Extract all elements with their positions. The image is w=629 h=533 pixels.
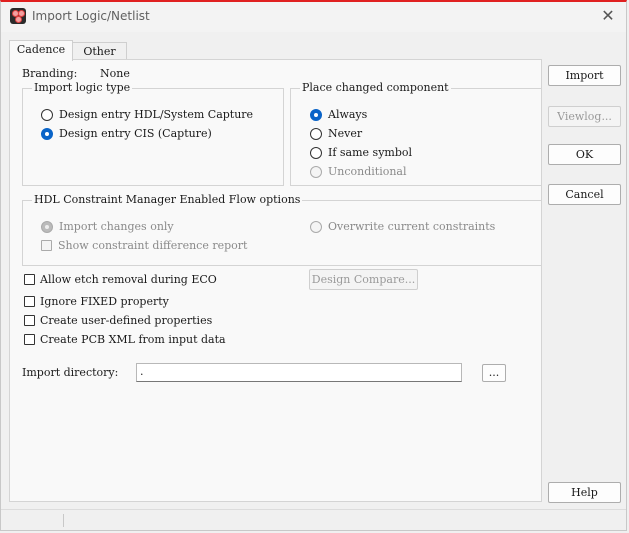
browse-directory-button[interactable]: ... bbox=[482, 364, 506, 382]
always-label[interactable]: Always bbox=[328, 108, 367, 121]
import-directory-input[interactable]: . bbox=[136, 363, 462, 382]
place-changed-group: Place changed component Always Never If … bbox=[290, 81, 542, 186]
radio-never[interactable] bbox=[310, 128, 322, 140]
never-label[interactable]: Never bbox=[328, 127, 362, 140]
radio-if-same-symbol[interactable] bbox=[310, 147, 322, 159]
import-logic-dialog: Import Logic/Netlist ✕ Cadence Other Bra… bbox=[0, 0, 627, 531]
radio-hdl-system-capture[interactable] bbox=[41, 109, 53, 121]
checkbox-ignore-fixed[interactable] bbox=[24, 296, 35, 307]
radio-unconditional bbox=[310, 166, 322, 178]
tab-cadence[interactable]: Cadence bbox=[9, 40, 73, 61]
overwrite-constraints-label: Overwrite current constraints bbox=[328, 220, 496, 233]
import-directory-label: Import directory: bbox=[22, 366, 119, 379]
app-icon bbox=[10, 8, 26, 24]
help-button[interactable]: Help bbox=[548, 482, 621, 503]
show-difference-label: Show constraint difference report bbox=[58, 239, 248, 252]
branding-label: Branding: bbox=[22, 67, 78, 80]
viewlog-button: Viewlog... bbox=[548, 106, 621, 127]
design-compare-button: Design Compare... bbox=[309, 269, 418, 290]
radio-import-changes-only bbox=[41, 221, 53, 233]
import-changes-only-label: Import changes only bbox=[59, 220, 174, 233]
import-button[interactable]: Import bbox=[548, 65, 621, 86]
radio-always[interactable] bbox=[310, 109, 322, 121]
hdl-constraint-title: HDL Constraint Manager Enabled Flow opti… bbox=[32, 193, 303, 206]
branding-value: None bbox=[100, 67, 130, 80]
close-icon[interactable]: ✕ bbox=[598, 6, 618, 26]
radio-cis-capture[interactable] bbox=[41, 128, 53, 140]
cancel-button[interactable]: Cancel bbox=[548, 184, 621, 205]
radio-overwrite-constraints bbox=[310, 221, 322, 233]
hdl-system-capture-label[interactable]: Design entry HDL/System Capture bbox=[59, 108, 253, 121]
create-user-defined-label[interactable]: Create user-defined properties bbox=[40, 314, 212, 327]
hdl-constraint-group: HDL Constraint Manager Enabled Flow opti… bbox=[22, 193, 542, 266]
checkbox-create-pcb-xml[interactable] bbox=[24, 334, 35, 345]
checkbox-show-difference bbox=[41, 240, 52, 251]
create-pcb-xml-label[interactable]: Create PCB XML from input data bbox=[40, 333, 226, 346]
import-logic-type-group: Import logic type Design entry HDL/Syste… bbox=[22, 81, 284, 186]
window-title: Import Logic/Netlist bbox=[32, 9, 150, 23]
cis-capture-label[interactable]: Design entry CIS (Capture) bbox=[59, 127, 212, 140]
status-bar bbox=[1, 509, 626, 530]
allow-etch-label[interactable]: Allow etch removal during ECO bbox=[40, 273, 217, 286]
checkbox-create-user-defined[interactable] bbox=[24, 315, 35, 326]
title-bar: Import Logic/Netlist ✕ bbox=[1, 2, 626, 32]
checkbox-allow-etch[interactable] bbox=[24, 274, 35, 285]
status-separator bbox=[63, 514, 64, 527]
unconditional-label: Unconditional bbox=[328, 165, 407, 178]
place-changed-title: Place changed component bbox=[300, 81, 451, 94]
ok-button[interactable]: OK bbox=[548, 144, 621, 165]
if-same-symbol-label[interactable]: If same symbol bbox=[328, 146, 412, 159]
cadence-panel: Branding: None Import logic type Design … bbox=[9, 59, 542, 502]
import-logic-type-title: Import logic type bbox=[32, 81, 133, 94]
ignore-fixed-label[interactable]: Ignore FIXED property bbox=[40, 295, 169, 308]
